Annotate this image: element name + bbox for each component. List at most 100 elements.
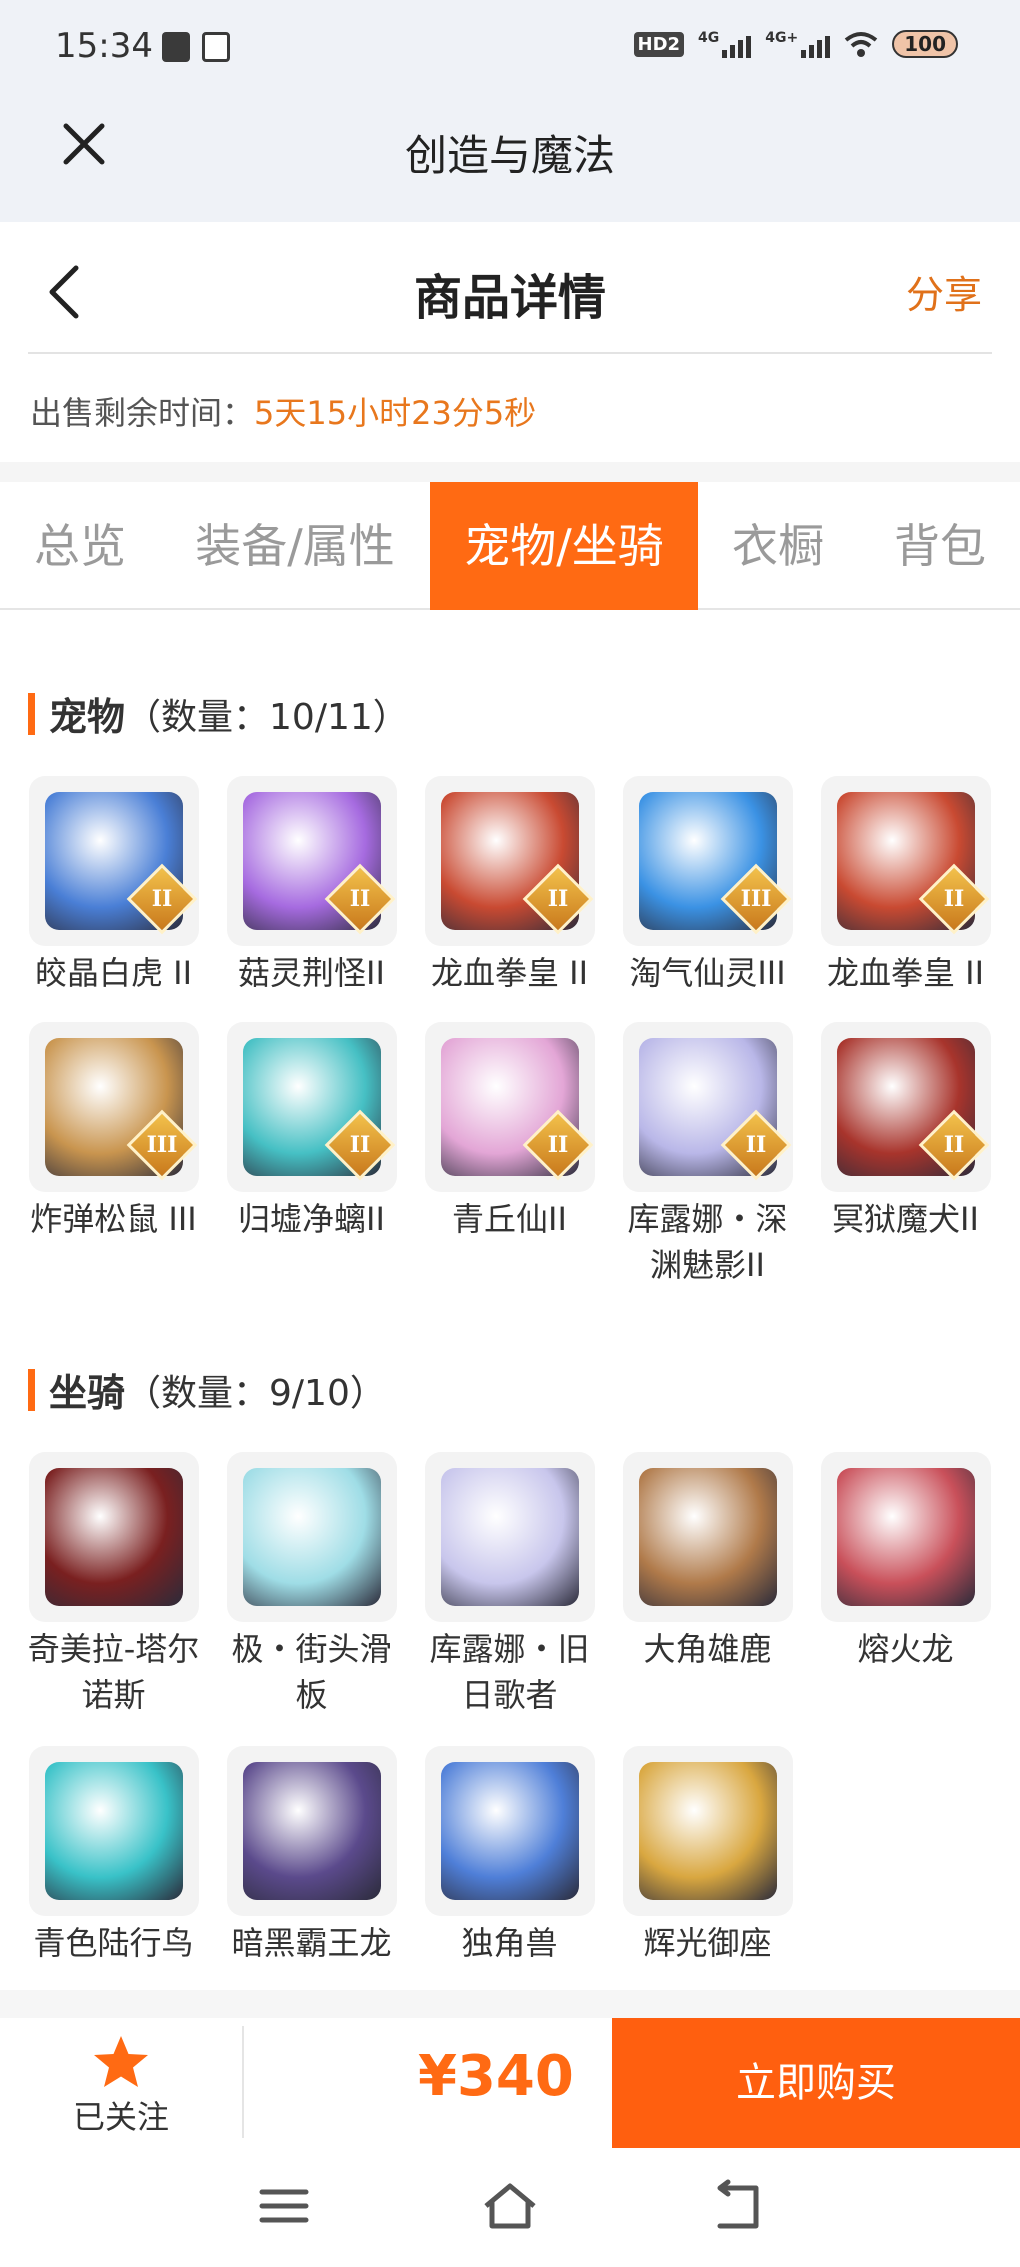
mount-name: 独角兽 (461, 1924, 558, 1962)
rank-badge-label: III (146, 1132, 177, 1158)
pets-title: 宠物 (49, 695, 126, 739)
mount-name: 库露娜・旧日歌者 (429, 1630, 590, 1714)
mount-name: 熔火龙 (857, 1630, 954, 1668)
pet-item[interactable]: II 皎晶白虎 II (26, 776, 201, 996)
tab-pets-mounts[interactable]: 宠物/坐骑 (430, 482, 698, 610)
follow-label: 已关注 (72, 2098, 169, 2136)
system-nav-bar (0, 2148, 1020, 2267)
mount-thumbnail (622, 1746, 793, 1916)
pet-name: 炸弹松鼠 III (30, 1200, 197, 1238)
pet-thumbnail: II (820, 776, 991, 946)
rank-badge-label: II (349, 1132, 370, 1158)
pet-item[interactable]: II 冥狱魔犬II (818, 1022, 993, 1242)
pet-name: 归墟净螭II (238, 1200, 385, 1238)
pet-name: 库露娜・深渊魅影II (627, 1200, 788, 1284)
pet-item[interactable]: II 库露娜・深渊魅影II (620, 1022, 795, 1288)
pets-count: （数量：10/11） (125, 696, 409, 738)
section-accent-bar (28, 692, 35, 735)
signal-label: 4G (698, 30, 720, 46)
mount-thumbnail (28, 1746, 199, 1916)
character-art (638, 1468, 777, 1606)
mount-item[interactable]: 青色陆行鸟 (26, 1746, 201, 1966)
rank-badge-label: II (943, 886, 964, 912)
signal-icon: 4G (698, 30, 752, 58)
section-gap (0, 1990, 1020, 2018)
star-icon (94, 2036, 148, 2087)
pet-name: 冥狱魔犬II (832, 1200, 979, 1238)
mount-item[interactable]: 暗黑霸王龙 (224, 1746, 399, 1966)
share-button[interactable]: 分享 (906, 264, 982, 319)
pet-thumbnail: II (226, 1022, 397, 1192)
tab-equipment[interactable]: 装备/属性 (180, 482, 410, 610)
remaining-time: 出售剩余时间：5天15小时23分5秒 (30, 388, 536, 434)
character-art (440, 1762, 579, 1900)
mount-item[interactable]: 大角雄鹿 (620, 1452, 795, 1672)
pet-name: 青丘仙II (452, 1200, 567, 1238)
mount-item[interactable]: 极・街头滑板 (224, 1452, 399, 1718)
rank-badge-label: II (547, 1132, 568, 1158)
clipboard-icon (162, 32, 190, 62)
bottom-action-bar: 已关注 ¥340 立即购买 (0, 2018, 1020, 2148)
pet-item[interactable]: II 归墟净螭II (224, 1022, 399, 1242)
pet-name: 淘气仙灵III (629, 954, 786, 992)
mount-thumbnail (226, 1452, 397, 1622)
pet-thumbnail: II (820, 1022, 991, 1192)
tab-backpack[interactable]: 背包 (874, 482, 1006, 610)
app-notification-icon (202, 32, 230, 62)
tab-overview[interactable]: 总览 (18, 482, 142, 610)
mounts-count: （数量：9/10） (125, 1372, 386, 1414)
mount-item[interactable]: 熔火龙 (818, 1452, 993, 1672)
pet-thumbnail: III (28, 1022, 199, 1192)
pet-item[interactable]: III 淘气仙灵III (620, 776, 795, 996)
signal-icon-2: 4G+ (765, 30, 831, 58)
follow-button[interactable]: 已关注 (0, 2018, 242, 2148)
pet-item[interactable]: II 菇灵荆怪II (224, 776, 399, 996)
rank-badge-label: II (547, 886, 568, 912)
mount-item[interactable]: 独角兽 (422, 1746, 597, 1966)
pet-item[interactable]: II 龙血拳皇 II (818, 776, 993, 996)
mount-name: 青色陆行鸟 (33, 1924, 194, 1962)
pet-name: 龙血拳皇 II (430, 954, 589, 992)
character-art (440, 1468, 579, 1606)
remaining-time-label: 出售剩余时间： (30, 394, 255, 432)
wifi-icon (845, 32, 878, 57)
mount-name: 暗黑霸王龙 (231, 1924, 392, 1962)
pet-name: 龙血拳皇 II (826, 954, 985, 992)
character-art (836, 1468, 975, 1606)
divider (242, 2026, 244, 2138)
mount-thumbnail (424, 1746, 595, 1916)
pet-thumbnail: II (424, 1022, 595, 1192)
mount-thumbnail (622, 1452, 793, 1622)
signal-label-2: 4G+ (765, 30, 799, 46)
mounts-title: 坐骑 (49, 1371, 126, 1415)
pet-thumbnail: II (424, 776, 595, 946)
webview-title: 创造与魔法 (404, 131, 615, 180)
hd-voice-icon: HD2 (633, 31, 685, 57)
mount-item[interactable]: 库露娜・旧日歌者 (422, 1452, 597, 1718)
pet-item[interactable]: II 龙血拳皇 II (422, 776, 597, 996)
character-art (242, 1762, 381, 1900)
mount-name: 辉光御座 (643, 1924, 772, 1962)
mounts-section-title: 坐骑 （数量：9/10） (28, 1362, 386, 1417)
mount-thumbnail (424, 1452, 595, 1622)
mount-thumbnail (820, 1452, 991, 1622)
rank-badge-label: II (151, 886, 172, 912)
home-icon[interactable] (480, 2176, 540, 2236)
mount-item[interactable]: 辉光御座 (620, 1746, 795, 1966)
status-bar: 15:34 HD2 4G 4G+ 100 (0, 0, 1020, 100)
mount-name: 奇美拉-塔尔诺斯 (27, 1630, 200, 1714)
character-art (242, 1468, 381, 1606)
menu-icon[interactable] (254, 2176, 314, 2236)
character-art (44, 1762, 183, 1900)
section-accent-bar (28, 1368, 35, 1411)
mount-name: 极・街头滑板 (231, 1630, 392, 1714)
pet-item[interactable]: II 青丘仙II (422, 1022, 597, 1242)
pet-item[interactable]: III 炸弹松鼠 III (26, 1022, 201, 1242)
tab-wardrobe[interactable]: 衣橱 (712, 482, 844, 610)
battery-icon: 100 (892, 30, 958, 58)
back-icon[interactable] (706, 2176, 766, 2236)
pet-thumbnail: III (622, 776, 793, 946)
buy-now-button[interactable]: 立即购买 (612, 2018, 1020, 2148)
mount-item[interactable]: 奇美拉-塔尔诺斯 (26, 1452, 201, 1718)
divider (28, 352, 992, 354)
